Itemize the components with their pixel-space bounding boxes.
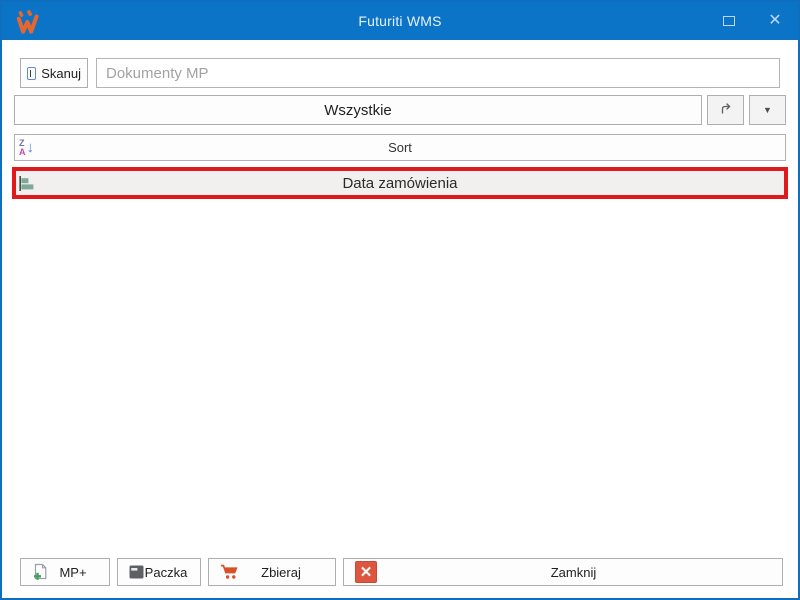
scan-button[interactable]: Skanuj bbox=[20, 58, 88, 88]
chevron-down-icon: ▼ bbox=[763, 105, 772, 115]
window-title: Futuriti WMS bbox=[2, 13, 798, 29]
zbieraj-label: Zbieraj bbox=[239, 565, 329, 580]
footer-toolbar: MP+ Paczka Zbieraj bbox=[20, 558, 783, 586]
filter-row: Wszystkie ▼ bbox=[14, 95, 786, 125]
maximize-icon bbox=[723, 16, 735, 26]
refresh-button[interactable] bbox=[707, 95, 744, 125]
zbieraj-button[interactable]: Zbieraj bbox=[208, 558, 336, 586]
filter-button[interactable]: Wszystkie bbox=[14, 95, 702, 125]
sort-option-data-zamowienia[interactable]: Data zamówienia bbox=[12, 167, 788, 199]
close-icon: ✕ bbox=[768, 13, 781, 29]
scan-input[interactable] bbox=[96, 58, 780, 88]
paczka-button[interactable]: Paczka bbox=[117, 558, 201, 586]
zamknij-label: Zamknij bbox=[377, 565, 776, 580]
paczka-label: Paczka bbox=[144, 565, 194, 580]
mp-plus-button[interactable]: MP+ bbox=[20, 558, 110, 586]
add-document-icon bbox=[32, 563, 49, 582]
sort-header-label: Sort bbox=[15, 140, 785, 155]
zamknij-button[interactable]: ✕ Zamknij bbox=[343, 558, 783, 586]
mp-plus-label: MP+ bbox=[49, 565, 103, 580]
shopping-cart-icon bbox=[220, 564, 239, 580]
sort-header[interactable]: ZA ↓ Sort bbox=[14, 134, 786, 161]
filter-button-label: Wszystkie bbox=[324, 102, 392, 119]
barcode-icon bbox=[27, 67, 36, 80]
sort-option-label: Data zamówienia bbox=[16, 175, 784, 192]
close-button[interactable]: ✕ bbox=[752, 2, 798, 40]
filter-dropdown-button[interactable]: ▼ bbox=[749, 95, 786, 125]
scan-row: Skanuj bbox=[20, 58, 780, 88]
document-list-area bbox=[2, 199, 798, 558]
maximize-button[interactable] bbox=[706, 2, 752, 40]
close-red-icon: ✕ bbox=[355, 561, 377, 583]
app-window: Futuriti WMS ✕ Skanuj Wszystkie bbox=[0, 0, 800, 600]
package-icon bbox=[129, 565, 144, 579]
redo-arrow-icon bbox=[719, 102, 732, 118]
window-controls: ✕ bbox=[706, 2, 798, 40]
titlebar: Futuriti WMS ✕ bbox=[2, 2, 798, 40]
scan-button-label: Skanuj bbox=[41, 66, 81, 81]
